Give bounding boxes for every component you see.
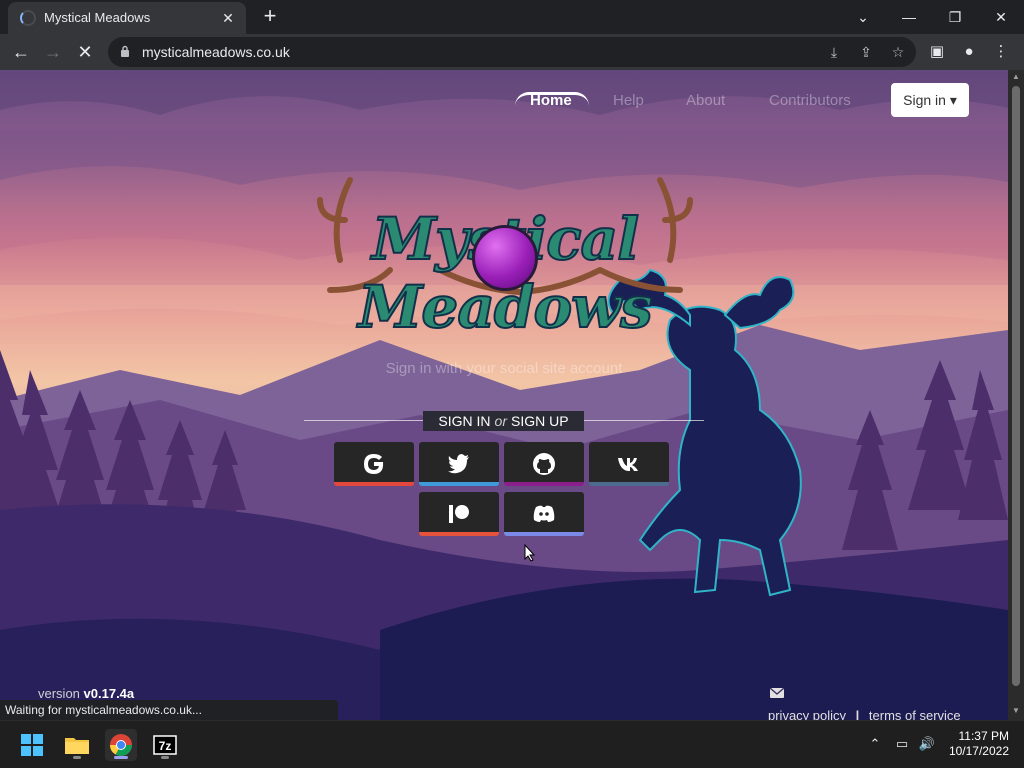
browser-tab[interactable]: Mystical Meadows ✕ — [8, 2, 246, 34]
clock-date: 10/17/2022 — [948, 744, 1009, 758]
loading-spinner-icon — [20, 10, 36, 26]
start-button[interactable] — [16, 729, 48, 761]
version-number: v0.17.4a — [83, 686, 135, 701]
github-signin-button[interactable] — [504, 442, 584, 486]
install-app-icon[interactable]: ⤓ — [824, 42, 844, 62]
lock-icon — [121, 45, 129, 57]
network-icon[interactable]: ▭ — [893, 735, 911, 753]
signin-dropdown-button[interactable]: Sign in ▾ — [891, 83, 969, 117]
new-tab-button[interactable]: + — [258, 5, 282, 29]
chrome-taskbar-button[interactable] — [105, 729, 137, 761]
nav-home[interactable]: Home — [530, 92, 572, 109]
side-panel-icon[interactable]: ▣ — [926, 41, 948, 63]
version-prefix: version — [38, 686, 84, 701]
taskbar-indicator — [161, 756, 169, 759]
version-label: version v0.17.4a — [38, 686, 134, 701]
or-text: or — [494, 413, 507, 429]
privacy-policy-link[interactable]: privacy policy — [768, 708, 846, 720]
scroll-down-icon[interactable]: ▼ — [1008, 704, 1024, 718]
sign-in-text: SIGN IN — [438, 413, 491, 429]
close-window-button[interactable]: ✕ — [978, 4, 1024, 30]
minimize-button[interactable]: — — [886, 4, 932, 30]
site-nav: Home Help About Contributors — [0, 92, 1008, 112]
background-landscape — [0, 70, 1008, 720]
nav-contributors[interactable]: Contributors — [769, 92, 851, 109]
browser-toolbar: ← → ✕ mysticalmeadows.co.uk ⤓ ⇪ ☆ ▣ ● ⋮ — [0, 34, 1024, 70]
signin-signup-label: SIGN IN or SIGN UP — [423, 411, 584, 431]
file-explorer-taskbar-button[interactable] — [61, 729, 93, 761]
discord-icon — [533, 505, 555, 522]
volume-icon[interactable]: 🔊 — [918, 735, 936, 753]
nav-help[interactable]: Help — [613, 92, 644, 109]
scroll-up-icon[interactable]: ▲ — [1008, 70, 1024, 84]
mouse-cursor-icon — [524, 544, 536, 562]
twitter-icon — [448, 454, 469, 474]
clock-time: 11:37 PM — [958, 729, 1009, 743]
status-bubble: Waiting for mysticalmeadows.co.uk... — [0, 700, 338, 720]
discord-signin-button[interactable] — [504, 492, 584, 536]
signin-subtitle: Sign in with your social site account — [385, 360, 623, 377]
svg-text:7z: 7z — [159, 739, 172, 753]
menu-icon[interactable]: ⋮ — [990, 41, 1012, 63]
taskbar-indicator — [73, 756, 81, 759]
maximize-button[interactable]: ❐ — [932, 4, 978, 30]
taskbar-active-indicator — [114, 756, 128, 759]
tab-title: Mystical Meadows — [44, 10, 151, 25]
terms-of-service-link[interactable]: terms of service — [869, 708, 961, 720]
github-icon — [533, 453, 555, 475]
page-scrollbar[interactable]: ▲ ▼ — [1008, 70, 1024, 720]
bookmark-star-icon[interactable]: ☆ — [888, 42, 908, 62]
tab-search-icon[interactable]: ⌄ — [840, 4, 886, 30]
legal-links: privacy policy | terms of service — [768, 708, 961, 720]
share-icon[interactable]: ⇪ — [856, 42, 876, 62]
forward-button[interactable]: → — [40, 39, 66, 65]
site-logo: Mystical Meadows — [235, 204, 775, 342]
mail-icon[interactable] — [770, 688, 784, 698]
patreon-signin-button[interactable] — [419, 492, 499, 536]
patreon-icon — [449, 505, 469, 523]
system-clock[interactable]: 11:37 PM 10/17/2022 — [949, 729, 1009, 759]
windows-taskbar: 7z ⌃ ▭ 🔊 11:37 PM 10/17/2022 — [0, 720, 1024, 768]
sign-up-text: SIGN UP — [511, 413, 569, 429]
tab-bar: Mystical Meadows ✕ + ⌄ — ❐ ✕ — [0, 0, 1024, 34]
nav-about[interactable]: About — [686, 92, 725, 109]
twitter-signin-button[interactable] — [419, 442, 499, 486]
stop-loading-button[interactable]: ✕ — [72, 39, 98, 65]
address-bar[interactable]: mysticalmeadows.co.uk ⤓ ⇪ ☆ — [108, 37, 916, 67]
7zip-taskbar-button[interactable]: 7z — [149, 729, 181, 761]
purple-orb-icon — [472, 225, 538, 291]
windows-logo-icon — [21, 734, 43, 756]
page-content: Mystical Meadows Home Help About Contrib… — [0, 70, 1008, 720]
tab-close-icon[interactable]: ✕ — [218, 8, 238, 28]
google-signin-button[interactable] — [334, 442, 414, 486]
vk-icon — [618, 458, 638, 471]
chevron-up-icon[interactable]: ⌃ — [866, 735, 884, 753]
scroll-thumb[interactable] — [1012, 86, 1020, 686]
google-icon — [364, 454, 384, 474]
profile-icon[interactable]: ● — [958, 41, 980, 63]
url-text: mysticalmeadows.co.uk — [142, 44, 290, 60]
vk-signin-button[interactable] — [589, 442, 669, 486]
back-button[interactable]: ← — [8, 39, 34, 65]
legal-separator: | — [855, 708, 860, 720]
